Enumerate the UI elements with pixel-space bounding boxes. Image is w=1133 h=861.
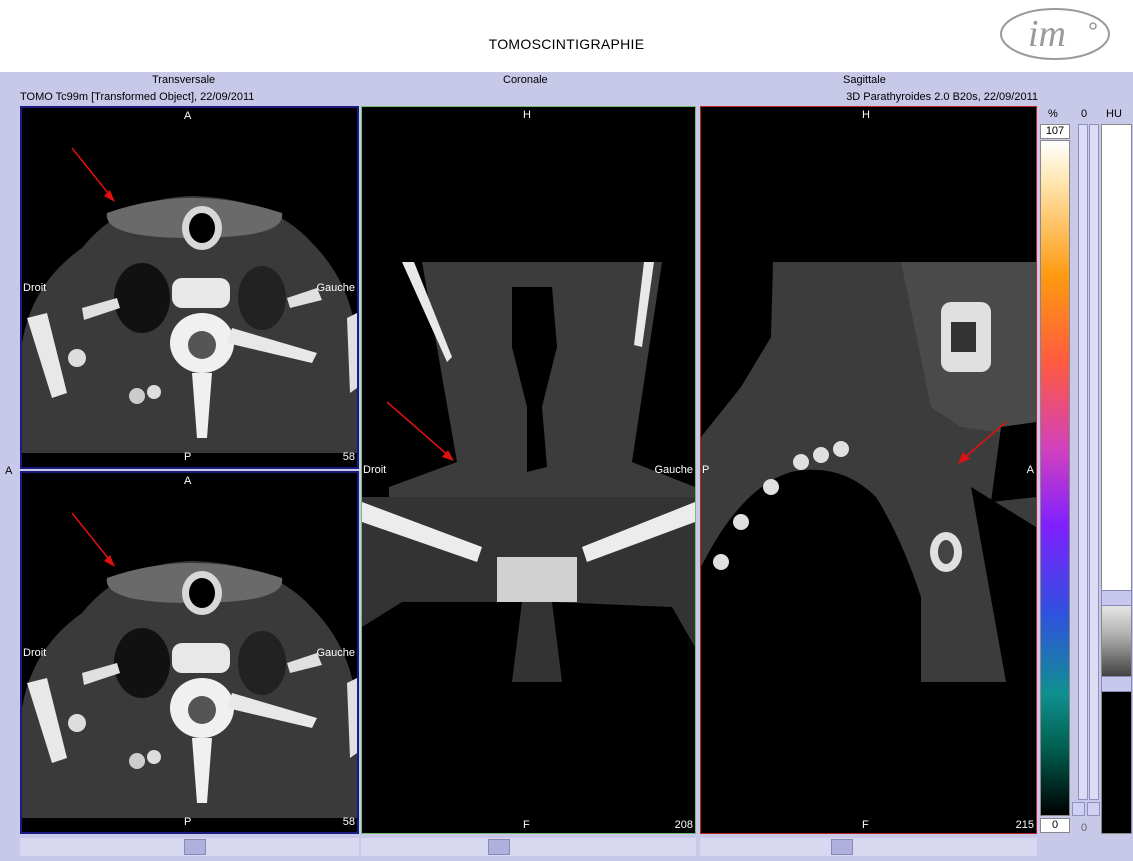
sagittal-viewport[interactable]: H F P A 215 xyxy=(700,106,1037,834)
orient-top-label: A xyxy=(184,110,192,122)
slice-number: 215 xyxy=(1015,819,1034,831)
hu-top-value: 0 xyxy=(1081,108,1088,120)
orient-left-label: Droit xyxy=(23,282,47,294)
hu-unit-label: HU xyxy=(1106,108,1122,120)
orient-right-label: Gauche xyxy=(316,282,355,294)
ct-axial-image xyxy=(22,512,357,818)
orient-right-label: Gauche xyxy=(654,464,693,476)
hu-slider-handle-right[interactable] xyxy=(1087,802,1100,816)
arrow-marker xyxy=(71,147,113,199)
sagittal-scroll-thumb[interactable] xyxy=(831,839,853,855)
orient-top-label: A xyxy=(184,475,192,487)
hu-slider-track-right[interactable] xyxy=(1089,124,1099,800)
coronal-view-label: Coronale xyxy=(503,74,548,86)
orient-top-label: H xyxy=(523,109,531,121)
app-title: TOMOSCINTIGRAPHIE xyxy=(488,36,645,52)
hu-window-upper-handle[interactable] xyxy=(1101,590,1132,606)
color-scale-bar xyxy=(1040,140,1070,816)
orient-bottom-label: P xyxy=(184,816,192,828)
orient-left-label: P xyxy=(702,464,710,476)
sagittal-view-label: Sagittale xyxy=(843,74,886,86)
hu-bottom-value: 0 xyxy=(1081,822,1088,834)
transverse-bottom-viewport[interactable]: A P Droit Gauche 58 xyxy=(20,471,359,834)
slice-number: 208 xyxy=(674,819,693,831)
im-logo: im xyxy=(1000,8,1110,60)
sagittal-series-info: 3D Parathyroides 2.0 B20s, 22/09/2011 xyxy=(846,91,1038,103)
slice-number: 58 xyxy=(342,816,355,828)
sagittal-scrollbar[interactable] xyxy=(700,838,1037,856)
transverse-top-viewport[interactable]: A P Droit Gauche 58 xyxy=(20,106,359,469)
ct-axial-image xyxy=(22,147,357,453)
coronal-viewport[interactable]: H F Droit Gauche 208 xyxy=(361,106,696,834)
orient-bottom-label: F xyxy=(862,819,869,831)
ct-sagittal-image xyxy=(701,262,1036,833)
hu-slider-track-left[interactable] xyxy=(1078,124,1088,800)
orient-top-label: H xyxy=(862,109,870,121)
arrow-marker xyxy=(71,512,113,564)
svg-text:im: im xyxy=(1028,13,1066,55)
side-marker: A xyxy=(5,465,13,477)
hu-window-lower-handle[interactable] xyxy=(1101,676,1132,692)
hu-slider-handle-left[interactable] xyxy=(1072,802,1085,816)
coronal-scroll-thumb[interactable] xyxy=(488,839,510,855)
orient-right-label: A xyxy=(1026,464,1034,476)
transverse-series-info: TOMO Tc99m [Transformed Object], 22/09/2… xyxy=(20,91,255,103)
orient-left-label: Droit xyxy=(363,464,387,476)
colorbar-min-value[interactable]: 0 xyxy=(1040,818,1070,833)
coronal-scrollbar[interactable] xyxy=(361,838,696,856)
header: TOMOSCINTIGRAPHIE im xyxy=(0,0,1133,72)
colorbar-max-value[interactable]: 107 xyxy=(1040,124,1070,139)
orient-bottom-label: F xyxy=(523,819,530,831)
orient-right-label: Gauche xyxy=(316,647,355,659)
ct-coronal-image xyxy=(362,262,695,833)
slice-number: 58 xyxy=(342,451,355,463)
hu-gray-scale-bar xyxy=(1101,124,1132,834)
transverse-view-label: Transversale xyxy=(152,74,216,86)
colorbar-unit-label: % xyxy=(1048,108,1058,120)
transverse-scroll-thumb[interactable] xyxy=(184,839,206,855)
orient-left-label: Droit xyxy=(23,647,47,659)
orient-bottom-label: P xyxy=(184,451,192,463)
